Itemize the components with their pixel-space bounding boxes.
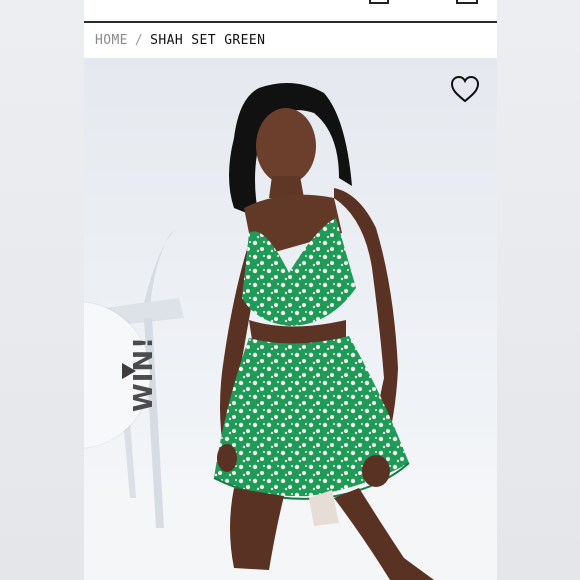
bag-icon[interactable] [456,0,478,4]
wishlist-icon[interactable] [417,0,427,4]
right-backdrop [497,0,580,580]
breadcrumb-current: SHAH SET GREEN [150,33,266,48]
right-hand [362,455,390,487]
product-image[interactable]: WIN! [84,58,497,580]
model-photo [104,83,434,580]
left-hand [217,444,237,472]
site-header [84,0,497,23]
account-icon[interactable] [369,0,389,4]
right-leg [334,488,434,580]
product-page: HOME / SHAH SET GREEN WIN! [84,0,497,580]
breadcrumb: HOME / SHAH SET GREEN [84,23,497,58]
heart-outline-icon[interactable] [449,74,481,104]
breadcrumb-separator: / [134,33,144,48]
face [256,108,316,184]
arrow-icon [122,363,136,379]
breadcrumb-home[interactable]: HOME [95,33,128,48]
left-backdrop [0,0,84,580]
left-leg [230,488,284,570]
win-badge-text[interactable]: WIN! [99,336,189,412]
